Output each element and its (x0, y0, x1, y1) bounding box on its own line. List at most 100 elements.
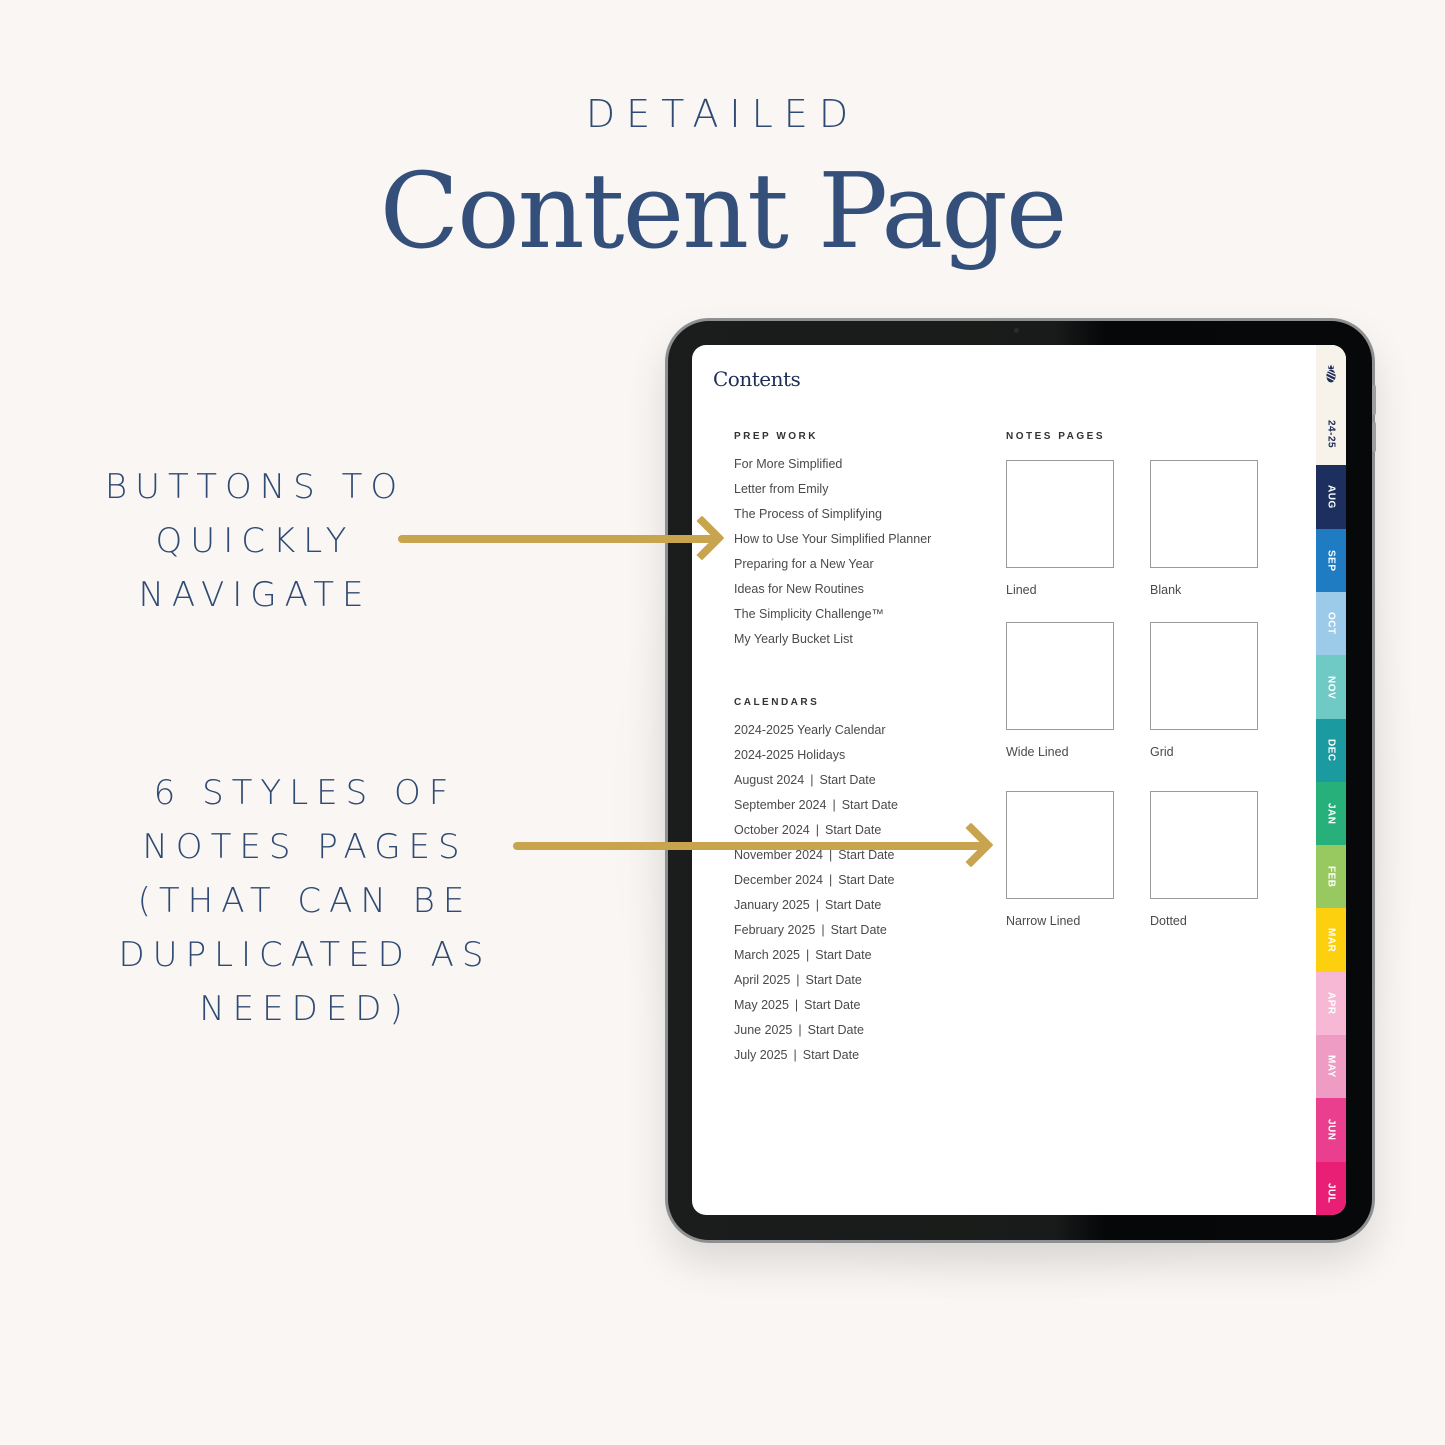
tablet-side-button (1372, 385, 1376, 415)
calendar-link-name: November 2024 (734, 848, 823, 862)
contents-title: Contents (713, 367, 801, 391)
calendar-link[interactable]: September 2024 | Start Date (734, 793, 898, 818)
separator: | (796, 973, 800, 987)
calendar-link-name: January 2025 (734, 898, 810, 912)
calendar-link-name: 2024-2025 Holidays (734, 748, 846, 762)
prep-work-link[interactable]: Letter from Emily (734, 477, 931, 502)
prep-work-link[interactable]: How to Use Your Simplified Planner (734, 527, 931, 552)
calendar-link-suffix: Start Date (802, 1048, 860, 1062)
wide-page-thumbnail (1006, 622, 1114, 730)
calendar-link-suffix: Start Date (804, 998, 861, 1012)
calendar-link-name: April 2025 (734, 973, 791, 987)
prep-work-link[interactable]: Preparing for a New Year (734, 552, 931, 577)
calendar-link[interactable]: October 2024 | Start Date (734, 818, 898, 843)
calendar-link[interactable]: May 2025 | Start Date (734, 993, 898, 1018)
notes-page-label: Lined (1006, 583, 1037, 597)
pineapple-icon (1326, 364, 1336, 382)
tab-jan[interactable]: JAN (1316, 781, 1346, 846)
camera-icon (1014, 328, 1019, 333)
separator: | (798, 1023, 802, 1037)
calendar-link[interactable]: 2024-2025 Yearly Calendar (734, 718, 898, 743)
tab-jun[interactable]: JUN (1316, 1098, 1346, 1163)
tab-may[interactable]: MAY (1316, 1035, 1346, 1099)
notes-pages-heading: NOTES PAGES (1006, 431, 1105, 442)
callout-line: (THAT CAN BE (137, 881, 473, 921)
callout-line: BUTTONS TO (104, 467, 406, 507)
callout-navigate: BUTTONS TO QUICKLY NAVIGATE (100, 460, 410, 622)
notes-page-grid[interactable]: Grid (1150, 622, 1260, 759)
arrow-to-links (398, 515, 725, 561)
dotted-page-thumbnail (1150, 791, 1258, 899)
tab-oct[interactable]: OCT (1316, 591, 1346, 656)
tab-apr[interactable]: APR (1316, 971, 1346, 1036)
calendar-link-name: July 2025 (734, 1048, 788, 1062)
calendar-link-name: 2024-2025 Yearly Calendar (734, 723, 886, 737)
tab-label: NOV (1325, 675, 1337, 699)
grid-page-thumbnail (1150, 622, 1258, 730)
arrow-to-notes (513, 822, 994, 868)
home-tab[interactable] (1316, 345, 1346, 402)
prep-work-link[interactable]: The Simplicity Challenge™ (734, 602, 931, 627)
calendar-link-name: December 2024 (734, 873, 823, 887)
page-title: Content Page (379, 150, 1068, 272)
notes-page-label: Blank (1150, 583, 1182, 597)
tab-sep[interactable]: SEP (1316, 528, 1346, 593)
separator: | (806, 948, 810, 962)
calendar-link-suffix: Start Date (825, 898, 882, 912)
calendar-link[interactable]: 2024-2025 Holidays (734, 743, 898, 768)
calendar-link-name: June 2025 (734, 1023, 793, 1037)
calendar-link[interactable]: July 2025 | Start Date (734, 1043, 898, 1068)
separator: | (810, 773, 814, 787)
tab-mar[interactable]: MAR (1316, 908, 1346, 973)
tab-feb[interactable]: FEB (1316, 845, 1346, 909)
separator: | (815, 823, 819, 837)
tab-jul[interactable]: JUL (1316, 1161, 1346, 1215)
calendar-link[interactable]: April 2025 | Start Date (734, 968, 898, 993)
tab-label: DEC (1325, 739, 1337, 762)
calendar-link[interactable]: February 2025 | Start Date (734, 918, 898, 943)
calendar-link-suffix: Start Date (819, 773, 876, 787)
separator: | (828, 848, 833, 862)
calendar-link-suffix: Start Date (805, 973, 862, 987)
separator: | (794, 998, 799, 1012)
calendars-heading: CALENDARS (734, 697, 820, 708)
callout-line: NAVIGATE (138, 575, 372, 615)
tab-label: MAR (1325, 928, 1337, 953)
prep-work-link[interactable]: Ideas for New Routines (734, 577, 931, 602)
calendar-link-name: May 2025 (734, 998, 789, 1012)
calendar-link-suffix: Start Date (807, 1023, 864, 1037)
notes-page-blank[interactable]: Blank (1150, 460, 1260, 597)
prep-work-link[interactable]: My Yearly Bucket List (734, 627, 931, 652)
callout-line: DUPLICATED AS (118, 935, 492, 975)
tab-label: AUG (1325, 485, 1337, 510)
calendar-link-suffix: Start Date (825, 823, 882, 837)
notes-page-label: Dotted (1150, 914, 1187, 928)
prep-work-link[interactable]: The Process of Simplifying (734, 502, 931, 527)
calendar-link-name: September 2024 (734, 798, 827, 812)
calendar-link-suffix: Start Date (838, 848, 895, 862)
tab-nov[interactable]: NOV (1316, 655, 1346, 719)
separator: | (821, 923, 825, 937)
calendar-link[interactable]: January 2025 | Start Date (734, 893, 898, 918)
tab-24-25[interactable]: 24-25 (1316, 402, 1346, 466)
calendar-link-suffix: Start Date (830, 923, 887, 937)
calendar-link-suffix: Start Date (815, 948, 872, 962)
calendars-list: 2024-2025 Yearly Calendar 2024-2025 Holid… (734, 718, 898, 1068)
calendar-link[interactable]: March 2025 | Start Date (734, 943, 898, 968)
tab-aug[interactable]: AUG (1316, 465, 1346, 530)
calendar-link-suffix: Start Date (838, 873, 895, 887)
callout-notes-styles: 6 STYLES OF NOTES PAGES (THAT CAN BE DUP… (95, 766, 515, 1036)
callout-line: NEEDED) (199, 989, 411, 1029)
notes-page-narrow[interactable]: Narrow Lined (1006, 791, 1116, 928)
calendar-link[interactable]: August 2024 | Start Date (734, 768, 898, 793)
notes-page-lined[interactable]: Lined (1006, 460, 1116, 597)
tab-label: 24-25 (1325, 419, 1337, 448)
tab-label: JUN (1325, 1119, 1337, 1141)
calendar-link[interactable]: June 2025 | Start Date (734, 1018, 898, 1043)
tab-dec[interactable]: DEC (1316, 718, 1346, 783)
calendar-link[interactable]: December 2024 | Start Date (734, 868, 898, 893)
notes-page-dotted[interactable]: Dotted (1150, 791, 1260, 928)
notes-page-wide[interactable]: Wide Lined (1006, 622, 1116, 759)
prep-work-link[interactable]: For More Simplified (734, 452, 931, 477)
tab-label: SEP (1325, 549, 1337, 572)
